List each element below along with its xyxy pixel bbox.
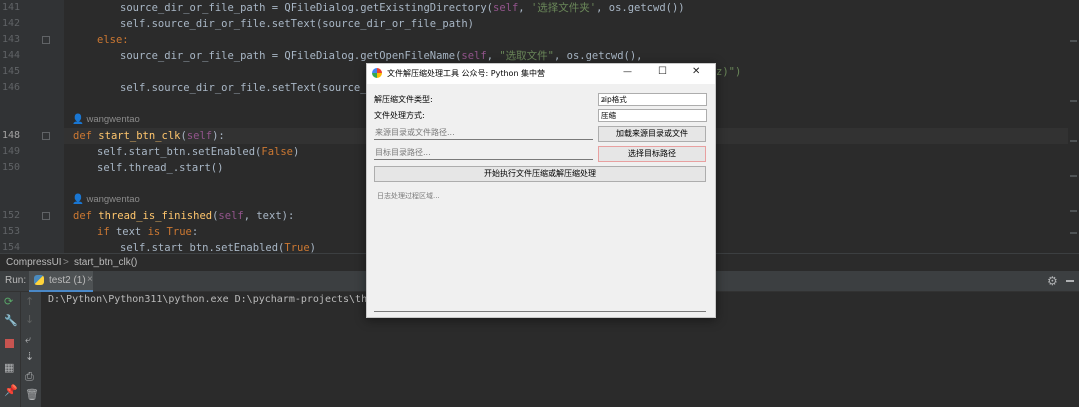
archive-type-select[interactable]: zip格式 ⌄ — [598, 93, 707, 106]
chevron-down-icon: ⌄ — [601, 111, 607, 119]
code-line: if text is True: — [97, 226, 199, 238]
scroll-marker — [1070, 175, 1077, 177]
minimize-icon[interactable] — [1066, 280, 1074, 282]
code-line: self.source_dir_or_file.setText(source_d… — [120, 82, 386, 94]
window-title: 文件解压缩处理工具 公众号: Python 集中营 — [387, 69, 546, 78]
code-line: def thread_is_finished(self, text): — [73, 210, 295, 222]
window-minimize-button[interactable]: — — [623, 67, 632, 77]
editor-scrollbar[interactable] — [1068, 0, 1079, 253]
console-output-line: D:\Python\Python311\python.exe D:\pychar… — [48, 294, 380, 305]
load-source-button[interactable]: 加载来源目录或文件 — [598, 126, 706, 142]
window-close-button[interactable]: ✕ — [692, 66, 700, 77]
scroll-marker — [1070, 232, 1077, 234]
process-mode-select[interactable]: 压缩 ⌄ — [598, 109, 707, 122]
line-number: 152 — [1, 210, 20, 221]
scroll-marker — [1070, 210, 1077, 212]
log-placeholder: 日志处理过程区域... — [377, 192, 440, 200]
scroll-marker — [1070, 100, 1077, 102]
archive-type-label: 解压缩文件类型: — [374, 95, 433, 104]
breadcrumb-class[interactable]: CompressUI — [6, 257, 62, 268]
sort-icon[interactable]: ⇣ — [25, 351, 34, 363]
compress-tool-window: 文件解压缩处理工具 公众号: Python 集中营 — ☐ ✕ 解压缩文件类型:… — [366, 63, 716, 318]
line-number: 141 — [1, 2, 20, 13]
process-mode-label: 文件处理方式: — [374, 111, 425, 120]
line-number: 149 — [1, 146, 20, 157]
code-line: z)") — [716, 66, 742, 78]
code-line: self.start_btn.setEnabled(False) — [97, 146, 300, 158]
line-number: 142 — [1, 18, 20, 29]
window-titlebar[interactable]: 文件解压缩处理工具 公众号: Python 集中营 — ☐ ✕ — [367, 64, 715, 84]
print-icon[interactable]: ⎙ — [25, 371, 34, 383]
line-number: 153 — [1, 226, 20, 237]
line-number: 145 — [1, 66, 20, 77]
stop-icon[interactable] — [5, 339, 14, 348]
line-number: 150 — [1, 162, 20, 173]
up-arrow-icon[interactable]: ↑ — [25, 296, 34, 308]
layout-icon[interactable]: ▦ — [4, 362, 14, 374]
code-author-hint: 👤 wangwentao — [72, 114, 140, 125]
trash-icon[interactable]: 🗑 — [25, 389, 39, 401]
scroll-marker — [1070, 140, 1077, 142]
run-tab-test2[interactable]: test2 (1) × — [29, 271, 93, 292]
gear-icon[interactable]: ⚙ — [1047, 274, 1058, 288]
fold-marker-icon[interactable] — [42, 132, 50, 140]
wrap-icon[interactable]: ⤶ — [25, 334, 31, 346]
app-logo-icon — [372, 68, 382, 78]
target-path-input[interactable]: 目标目录路径... — [374, 146, 593, 160]
start-process-button[interactable]: 开始执行文件压缩或解压缩处理 — [374, 166, 706, 182]
python-icon — [34, 275, 44, 285]
rerun-icon[interactable]: ⟳ — [4, 296, 13, 308]
breadcrumb-separator: > — [63, 257, 69, 268]
code-line: def start_btn_clk(self): — [73, 130, 225, 142]
chevron-down-icon: ⌄ — [601, 95, 607, 103]
run-label: Run: — [5, 275, 27, 286]
line-number: 143 — [1, 34, 20, 45]
code-line: self.thread_.start() — [97, 162, 224, 174]
breadcrumb-method[interactable]: start_btn_clk() — [74, 257, 137, 268]
select-target-button[interactable]: 选择目标路径 — [598, 146, 706, 162]
code-line: source_dir_or_file_path = QFileDialog.ge… — [120, 50, 643, 62]
log-textarea[interactable]: 日志处理过程区域... — [374, 188, 706, 312]
window-maximize-button[interactable]: ☐ — [658, 66, 667, 77]
code-line: self.source_dir_or_file.setText(source_d… — [120, 18, 475, 30]
down-arrow-icon[interactable]: ↓ — [25, 314, 34, 326]
code-line: else: — [97, 34, 129, 46]
line-number: 148 — [1, 130, 20, 141]
wrench-icon[interactable]: 🔧 — [4, 315, 18, 327]
line-gutter: 141 142 143 144 145 146 148 149 150 152 … — [0, 0, 64, 253]
run-tab-label: test2 (1) — [49, 275, 86, 286]
pin-icon[interactable]: 📌 — [4, 385, 18, 397]
fold-marker-icon[interactable] — [42, 36, 50, 44]
code-author-hint: 👤 wangwentao — [72, 194, 140, 205]
line-number: 144 — [1, 50, 20, 61]
fold-marker-icon[interactable] — [42, 212, 50, 220]
code-line: source_dir_or_file_path = QFileDialog.ge… — [120, 2, 685, 14]
close-icon[interactable]: × — [87, 274, 93, 285]
line-number: 146 — [1, 82, 20, 93]
source-path-input[interactable]: 来源目录或文件路径... — [374, 126, 593, 140]
scroll-marker — [1070, 40, 1077, 42]
run-left-toolbar: ⟳ 🔧 ▦ 📌 — [0, 292, 20, 407]
run-console-toolbar: ↑ ↓ ⤶ ⇣ ⎙ 🗑 — [20, 292, 41, 407]
